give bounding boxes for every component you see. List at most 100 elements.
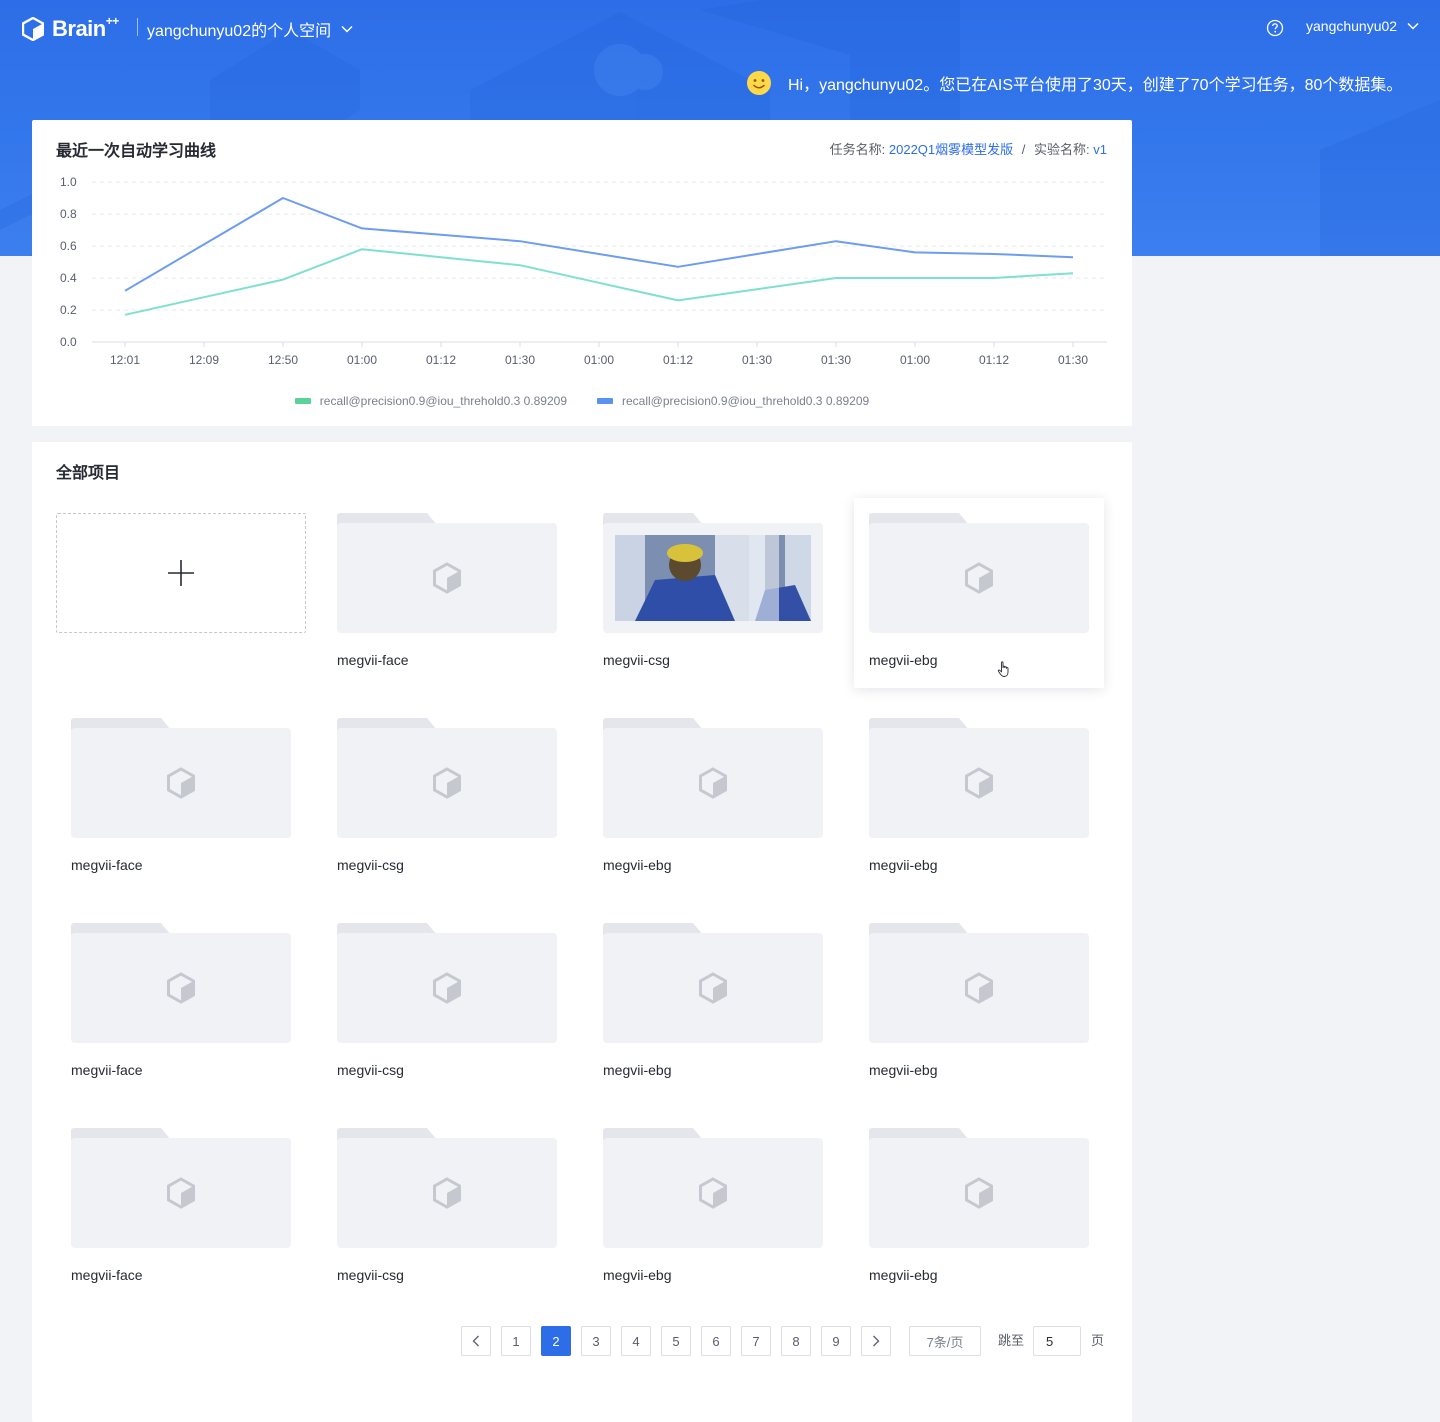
project-card[interactable]: megvii-csg xyxy=(322,1113,572,1303)
project-card[interactable]: megvii-face xyxy=(56,1113,306,1303)
project-name: megvii-face xyxy=(71,857,143,873)
prev-page-button[interactable] xyxy=(461,1326,491,1356)
folder-thumbnail xyxy=(869,513,1089,633)
cube-placeholder-icon xyxy=(433,972,461,1004)
page-7-button[interactable]: 7 xyxy=(741,1326,771,1356)
project-card[interactable]: megvii-face xyxy=(56,703,306,893)
folder-thumbnail xyxy=(337,923,557,1043)
plus-icon xyxy=(168,560,194,586)
series-line-2[interactable] xyxy=(124,197,1074,292)
project-name: megvii-ebg xyxy=(869,857,938,873)
folder-body xyxy=(869,933,1089,1043)
project-card[interactable]: megvii-ebg xyxy=(854,1113,1104,1303)
project-card[interactable]: megvii-ebg xyxy=(588,908,838,1098)
folder-body xyxy=(603,728,823,838)
greeting-text: Hi，yangchunyu02。您已在AIS平台使用了30天，创建了70个学习任… xyxy=(788,77,1403,94)
folder-thumbnail xyxy=(869,923,1089,1043)
x-tick-label: 01:30 xyxy=(1058,353,1088,367)
page-3-button[interactable]: 3 xyxy=(581,1326,611,1356)
folder-body xyxy=(337,1138,557,1248)
folder-body xyxy=(337,933,557,1043)
page-8-button[interactable]: 8 xyxy=(781,1326,811,1356)
x-tick-label: 01:30 xyxy=(505,353,535,367)
folder-thumbnail xyxy=(71,923,291,1043)
legend-item[interactable]: recall@precision0.9@iou_threhold0.3 0.89… xyxy=(294,394,567,408)
add-project-button[interactable] xyxy=(56,513,306,633)
folder-thumbnail xyxy=(71,1128,291,1248)
cube-placeholder-icon xyxy=(965,767,993,799)
page-5-button[interactable]: 5 xyxy=(661,1326,691,1356)
task-link[interactable]: 2022Q1烟雾模型发版 xyxy=(889,142,1013,157)
folder-body xyxy=(603,523,823,633)
folder-thumbnail xyxy=(603,923,823,1043)
project-name: megvii-csg xyxy=(603,652,670,668)
project-card[interactable]: megvii-face xyxy=(56,908,306,1098)
legend-swatch xyxy=(294,398,311,404)
project-card[interactable]: megvii-ebg xyxy=(854,498,1104,688)
project-card[interactable]: megvii-face xyxy=(322,498,572,688)
project-card[interactable]: megvii-ebg xyxy=(588,703,838,893)
x-tick-label: 12:50 xyxy=(268,353,298,367)
page-4-button[interactable]: 4 xyxy=(621,1326,651,1356)
x-tick-label: 12:09 xyxy=(189,353,219,367)
chevron-right-icon xyxy=(873,1335,880,1347)
legend-label: recall@precision0.9@iou_threhold0.3 0.89… xyxy=(622,394,870,408)
cube-placeholder-icon xyxy=(965,562,993,594)
x-tick-label: 01:12 xyxy=(426,353,456,367)
x-tick-label: 01:00 xyxy=(584,353,614,367)
page-9-button[interactable]: 9 xyxy=(821,1326,851,1356)
user-menu[interactable]: yangchunyu02 xyxy=(1306,18,1419,34)
project-name: megvii-csg xyxy=(337,1062,404,1078)
project-name: megvii-ebg xyxy=(869,1267,938,1283)
folder-body xyxy=(71,1138,291,1248)
space-switcher[interactable]: yangchunyu02的个人空间 xyxy=(147,17,353,41)
x-tick-label: 01:30 xyxy=(821,353,851,367)
jump-label: 跳至 xyxy=(998,1333,1025,1348)
legend-item[interactable]: recall@precision0.9@iou_threhold0.3 0.89… xyxy=(597,394,869,408)
greeting: Hi，yangchunyu02。您已在AIS平台使用了30天，创建了70个学习任… xyxy=(746,70,1402,96)
cube-placeholder-icon xyxy=(167,1177,195,1209)
space-name: yangchunyu02的个人空间 xyxy=(147,23,332,40)
page-1-button[interactable]: 1 xyxy=(501,1326,531,1356)
folder-body xyxy=(869,728,1089,838)
project-name: megvii-csg xyxy=(337,1267,404,1283)
brand-logo[interactable]: Brain++ xyxy=(22,13,119,42)
folder-thumbnail xyxy=(337,718,557,838)
learning-curve-chart: 0.0 0.2 0.4 0.6 0.8 1.0 12:01 12:09 12:50 01:00 01… xyxy=(60,175,1107,367)
project-thumbnail xyxy=(615,535,811,621)
project-name: megvii-ebg xyxy=(869,1062,938,1078)
help-icon[interactable] xyxy=(1266,19,1284,37)
page-unit: 页 xyxy=(1091,1333,1105,1348)
folder-body xyxy=(869,1138,1089,1248)
project-card[interactable]: megvii-ebg xyxy=(854,703,1104,893)
folder-body xyxy=(71,933,291,1043)
hand-cursor-icon xyxy=(997,661,1009,677)
y-tick-label: 0.0 xyxy=(60,335,77,349)
y-tick-label: 0.6 xyxy=(60,239,77,253)
top-bar: Brain++ yangchunyu02的个人空间 yangchunyu02 xyxy=(0,0,1440,56)
new-project-tile[interactable] xyxy=(56,498,306,688)
y-tick-label: 1.0 xyxy=(60,175,77,189)
card-title: 最近一次自动学习曲线 xyxy=(56,143,217,160)
folder-thumbnail xyxy=(337,513,557,633)
page-size-select[interactable]: 7条/页 xyxy=(909,1326,981,1356)
experiment-label: 实验名称: xyxy=(1034,142,1090,157)
jump-input[interactable] xyxy=(1033,1326,1081,1356)
x-tick-label: 01:12 xyxy=(979,353,1009,367)
x-tick-label: 01:00 xyxy=(900,353,930,367)
brand-name: Brain++ xyxy=(52,13,119,41)
y-tick-label: 0.4 xyxy=(60,271,77,285)
project-card[interactable]: megvii-csg xyxy=(322,908,572,1098)
page-6-button[interactable]: 6 xyxy=(701,1326,731,1356)
cube-placeholder-icon xyxy=(433,1177,461,1209)
project-card[interactable]: megvii-csg xyxy=(588,498,838,688)
experiment-link[interactable]: v1 xyxy=(1093,142,1107,157)
chevron-down-icon xyxy=(341,25,353,33)
series-line-1[interactable] xyxy=(124,248,1074,316)
project-card[interactable]: megvii-ebg xyxy=(854,908,1104,1098)
page-2-button[interactable]: 2 xyxy=(541,1326,571,1356)
project-name: megvii-face xyxy=(71,1267,143,1283)
next-page-button[interactable] xyxy=(861,1326,891,1356)
project-card[interactable]: megvii-csg xyxy=(322,703,572,893)
project-card[interactable]: megvii-ebg xyxy=(588,1113,838,1303)
